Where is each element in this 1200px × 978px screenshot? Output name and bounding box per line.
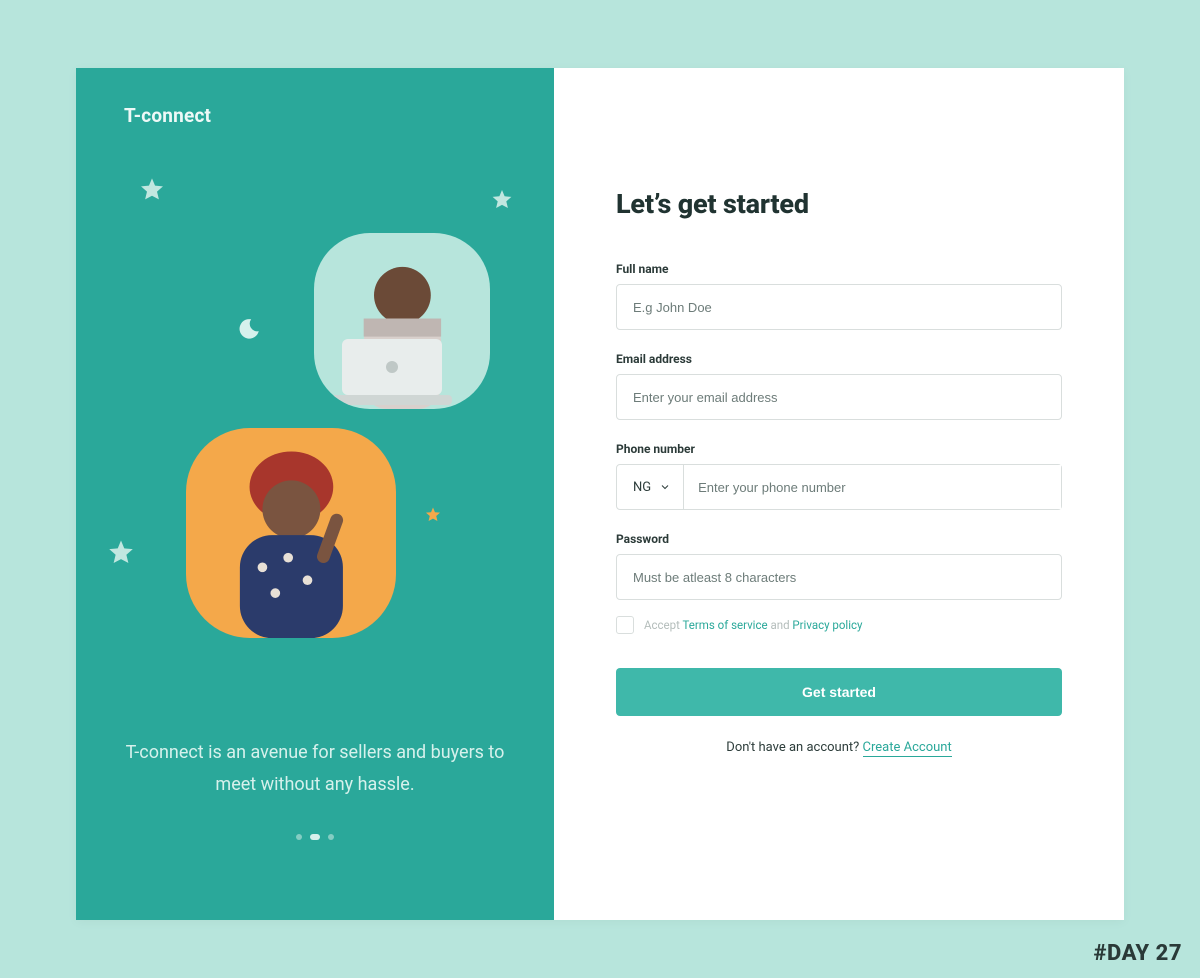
carousel-dots xyxy=(76,834,554,840)
alt-action: Don't have an account? Create Account xyxy=(616,740,1062,755)
moon-icon xyxy=(236,316,262,342)
hero-avatar-1 xyxy=(314,233,490,409)
hero-avatar-2 xyxy=(186,428,396,638)
star-icon xyxy=(138,176,166,204)
terms-row: Accept Terms of service and Privacy poli… xyxy=(616,616,1062,634)
signup-card: T-connect xyxy=(76,68,1124,920)
day-tag: #DAY 27 xyxy=(1094,941,1182,966)
star-icon xyxy=(490,188,514,212)
laptop-icon xyxy=(332,335,452,409)
country-code-value: NG xyxy=(633,480,651,495)
phone-input[interactable] xyxy=(684,465,1061,509)
country-code-select[interactable]: NG xyxy=(617,465,684,509)
form-title: Let’s get started xyxy=(616,188,1062,220)
password-label: Password xyxy=(616,532,1062,546)
star-icon xyxy=(106,538,136,568)
password-field: Password xyxy=(616,532,1062,600)
fullname-field: Full name xyxy=(616,262,1062,330)
alt-action-prompt: Don't have an account? xyxy=(726,740,862,755)
phone-field: Phone number NG xyxy=(616,442,1062,510)
hero-tagline: T-connect is an avenue for sellers and b… xyxy=(116,737,514,800)
brand-logo: T-connect xyxy=(124,104,211,127)
carousel-dot[interactable] xyxy=(328,834,334,840)
chevron-down-icon xyxy=(659,481,671,493)
get-started-button[interactable]: Get started xyxy=(616,668,1062,716)
signup-form: Let’s get started Full name Email addres… xyxy=(554,68,1124,920)
terms-of-service-link[interactable]: Terms of service xyxy=(683,618,768,632)
terms-checkbox[interactable] xyxy=(616,616,634,634)
create-account-link[interactable]: Create Account xyxy=(863,740,952,757)
password-input[interactable] xyxy=(616,554,1062,600)
terms-text: Accept Terms of service and Privacy poli… xyxy=(644,618,862,632)
carousel-dot[interactable] xyxy=(296,834,302,840)
email-field: Email address xyxy=(616,352,1062,420)
hero-panel: T-connect xyxy=(76,68,554,920)
star-icon xyxy=(424,506,442,524)
email-input[interactable] xyxy=(616,374,1062,420)
privacy-policy-link[interactable]: Privacy policy xyxy=(792,618,862,632)
person-icon xyxy=(199,445,384,638)
fullname-label: Full name xyxy=(616,262,1062,276)
terms-prefix: Accept xyxy=(644,618,683,632)
carousel-dot[interactable] xyxy=(310,834,320,840)
phone-row: NG xyxy=(616,464,1062,510)
phone-label: Phone number xyxy=(616,442,1062,456)
terms-and: and xyxy=(768,618,793,632)
fullname-input[interactable] xyxy=(616,284,1062,330)
email-label: Email address xyxy=(616,352,1062,366)
